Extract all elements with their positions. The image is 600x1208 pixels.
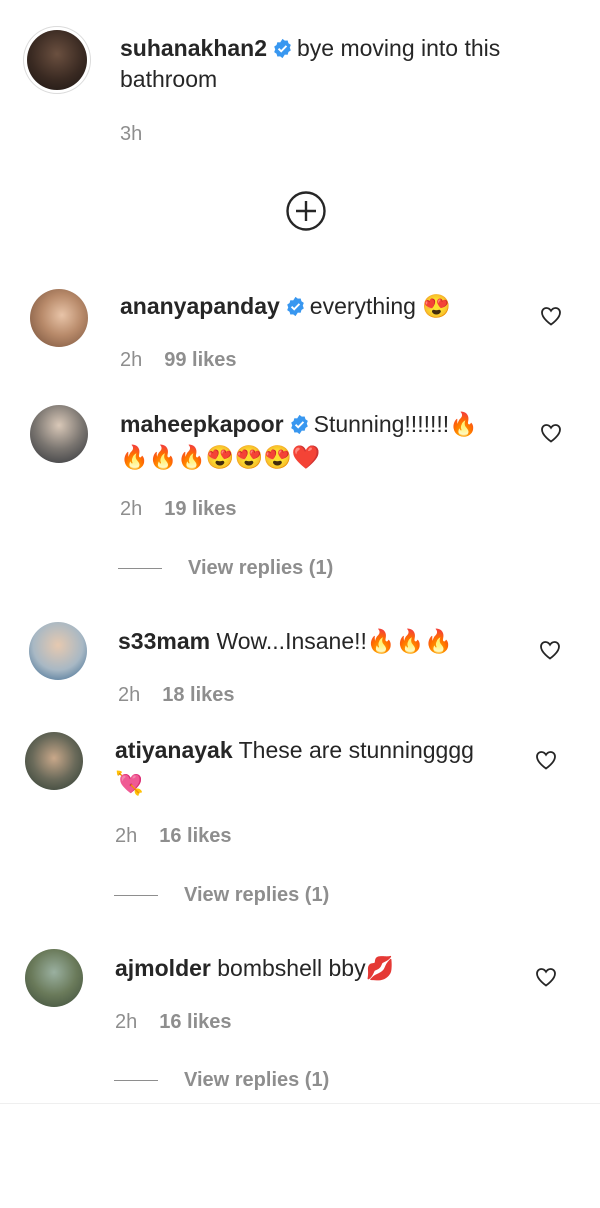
post-caption-line2: bathroom [120,66,218,92]
replies-divider [114,895,158,897]
heart-outline-icon[interactable] [539,304,563,328]
comment-text-line2: 💘 [115,770,144,796]
comment-likes[interactable]: 19 likes [164,498,236,520]
view-replies-button[interactable]: View replies (1) [114,884,329,907]
comment-meta: 2h 18 likes [118,684,235,707]
comment-time: 2h [120,349,143,371]
comment-text: Stunning!!!!!!!🔥 [313,411,478,437]
post-caption-text: bye moving into this [297,35,501,61]
comment-meta: 2h 16 likes [115,1011,232,1034]
comment-username[interactable]: maheepkapoor [120,411,284,437]
view-replies-label[interactable]: View replies (1) [188,557,333,579]
view-replies-label[interactable]: View replies (1) [184,1069,329,1091]
comment-likes[interactable]: 18 likes [162,684,234,706]
bottom-divider [0,1103,600,1104]
comment-username[interactable]: ajmolder [115,955,211,981]
avatar-ananyapanday[interactable] [30,289,88,347]
comment-text-line: s33mam Wow...Insane!!🔥🔥🔥 [118,626,453,657]
avatar-ajmolder[interactable] [25,949,83,1007]
heart-outline-icon[interactable] [538,638,562,662]
comment-text-line: atiyanayak These are stunningggg [115,735,474,766]
comment-meta: 2h 19 likes [120,498,237,521]
avatar-suhanakhan2[interactable] [27,30,87,90]
heart-outline-icon[interactable] [539,421,563,445]
verified-badge-icon [286,296,304,317]
comment-likes[interactable]: 16 likes [159,1011,231,1033]
comment-meta: 2h 99 likes [120,349,237,372]
post-username[interactable]: suhanakhan2 [120,35,267,61]
avatar-maheepkapoor[interactable] [30,405,88,463]
verified-badge-icon [274,38,291,59]
comment-text: Wow...Insane!!🔥🔥🔥 [216,628,453,654]
view-replies-label[interactable]: View replies (1) [184,884,329,906]
comment-text: everything 😍 [309,293,451,319]
comment-text-line: maheepkapoor Stunning!!!!!!!🔥 [120,409,478,440]
comment-time: 2h [118,684,141,706]
comment-text: bombshell bby💋 [217,955,395,981]
heart-outline-icon[interactable] [534,965,558,989]
comment-text-line2: 🔥🔥🔥😍😍😍❤️ [120,444,321,470]
plus-circle-icon[interactable] [286,191,326,231]
view-replies-button[interactable]: View replies (1) [118,557,333,580]
avatar-atiyanayak[interactable] [25,732,83,790]
comment-text-line: ananyapanday everything 😍 [120,291,451,322]
verified-badge-icon [290,414,308,435]
comment-username[interactable]: ananyapanday [120,293,280,319]
replies-divider [118,568,162,570]
comment-username[interactable]: s33mam [118,628,210,654]
comment-likes[interactable]: 99 likes [164,349,236,371]
comment-meta: 2h 16 likes [115,825,232,848]
view-replies-button[interactable]: View replies (1) [114,1069,329,1092]
post-time: 3h [120,123,143,145]
heart-outline-icon[interactable] [534,748,558,772]
replies-divider [114,1080,158,1082]
comment-time: 2h [115,1011,138,1033]
comment-time: 2h [120,498,143,520]
comment-text: These are stunningggg [238,737,474,763]
post-caption: suhanakhan2 bye moving into this [120,33,500,64]
comment-username[interactable]: atiyanayak [115,737,233,763]
comment-text-line: ajmolder bombshell bby💋 [115,953,394,984]
comment-time: 2h [115,825,138,847]
comment-likes[interactable]: 16 likes [159,825,231,847]
avatar-s33mam[interactable] [29,622,87,680]
